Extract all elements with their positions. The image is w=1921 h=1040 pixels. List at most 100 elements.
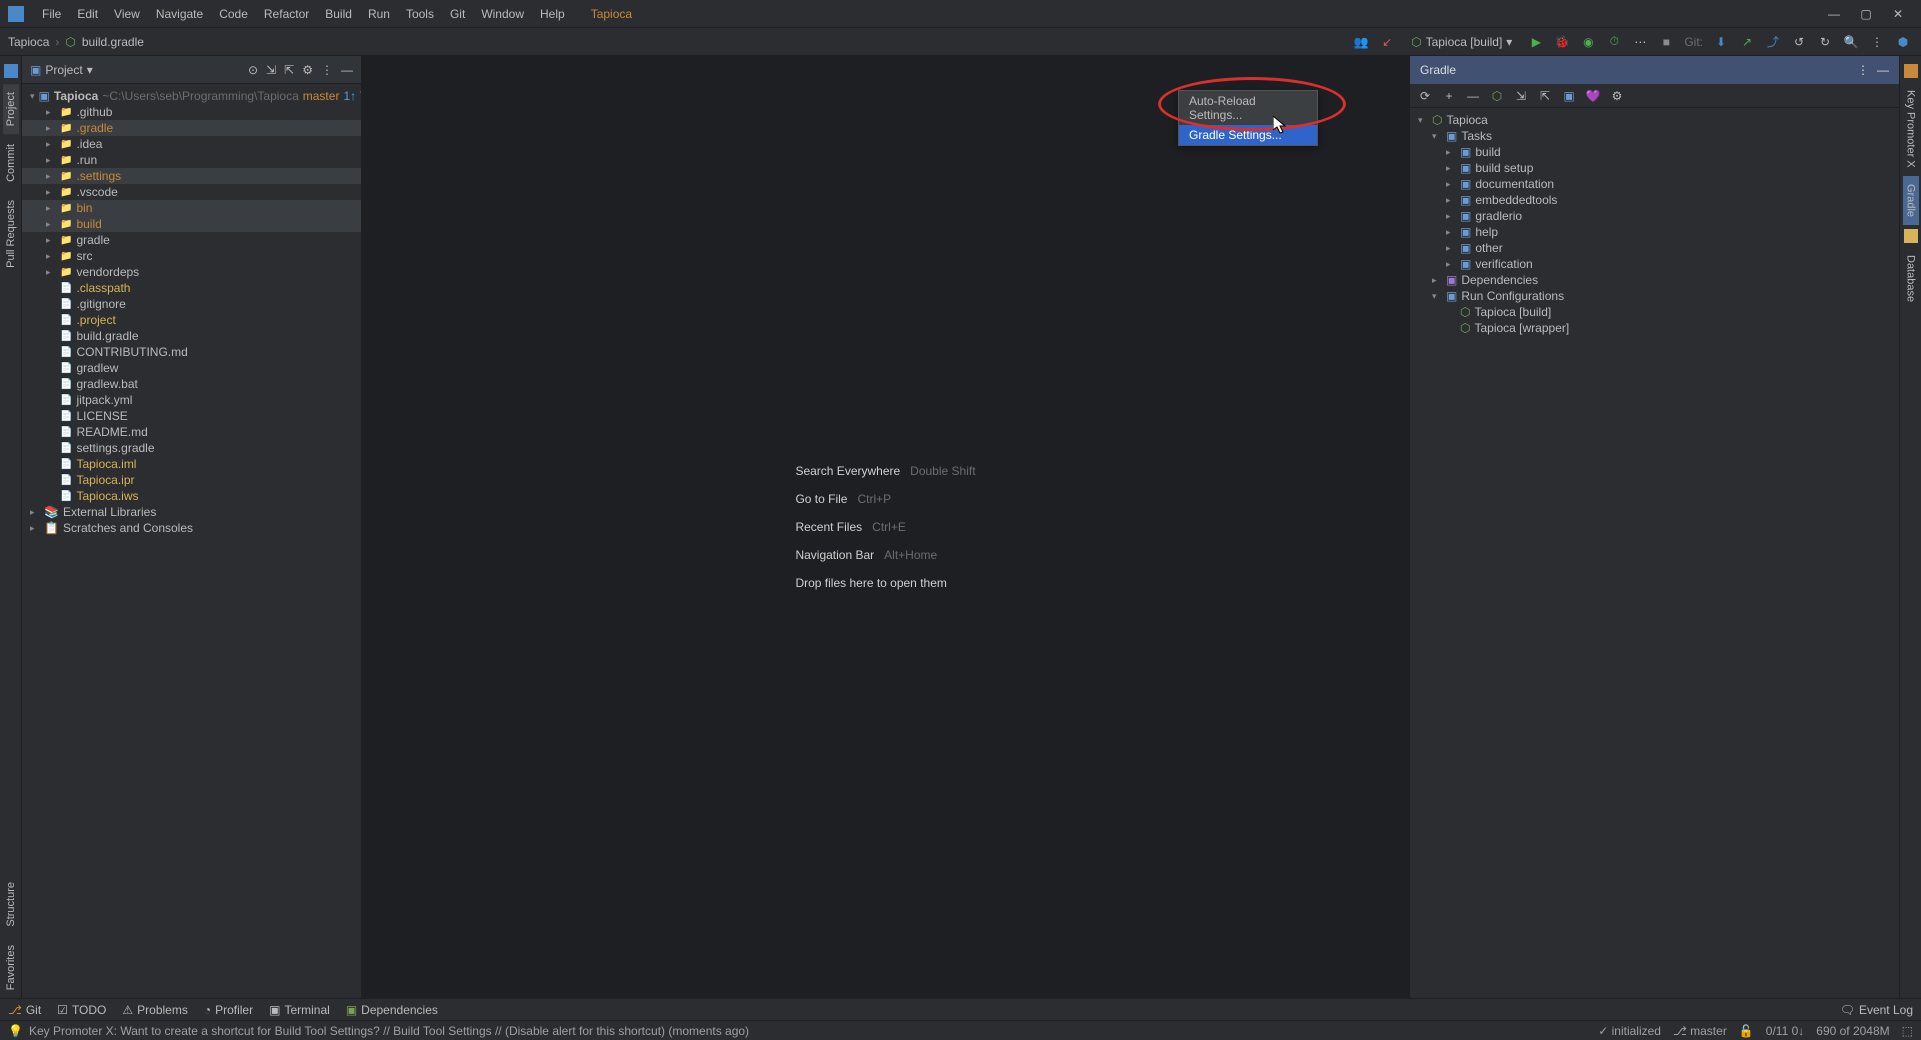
database-gutter-icon[interactable] — [1904, 229, 1918, 243]
gradle-panel-more-icon[interactable]: ⋮ — [1857, 63, 1869, 77]
tree-arrow-icon[interactable] — [1446, 147, 1456, 158]
select-opened-icon[interactable]: ⊙ — [248, 63, 258, 77]
tree-item[interactable]: 📄gradlew.bat — [22, 376, 361, 392]
tree-item[interactable]: 📁vendordeps — [22, 264, 361, 280]
tree-item[interactable]: 📄LICENSE — [22, 408, 361, 424]
gradle-task-group[interactable]: ▣verification — [1410, 256, 1899, 272]
tree-arrow-icon[interactable] — [46, 235, 56, 246]
tree-arrow-icon[interactable] — [30, 91, 35, 102]
gutter-favorites[interactable]: Favorites — [3, 937, 19, 998]
popup-auto-reload[interactable]: Auto-Reload Settings... — [1179, 91, 1317, 125]
strip-git[interactable]: ⎇Git — [8, 1003, 41, 1017]
back-arrow-icon[interactable]: ↙ — [1379, 34, 1395, 50]
run-icon[interactable]: ▶ — [1528, 34, 1544, 50]
panel-settings-icon[interactable]: ⚙ — [302, 63, 313, 77]
tree-arrow-icon[interactable] — [1446, 179, 1456, 190]
tree-arrow-icon[interactable] — [1446, 211, 1456, 222]
tree-item[interactable]: 📄settings.gradle — [22, 440, 361, 456]
menu-file[interactable]: File — [34, 3, 69, 25]
project-gutter-icon[interactable] — [4, 64, 18, 78]
tree-arrow-icon[interactable] — [1446, 227, 1456, 238]
tree-arrow-icon[interactable] — [1446, 195, 1456, 206]
tree-arrow-icon[interactable] — [1432, 291, 1442, 302]
tree-item[interactable]: 📁build — [22, 216, 361, 232]
minimize-icon[interactable]: — — [1827, 7, 1841, 21]
gradle-task-group[interactable]: ▣gradlerio — [1410, 208, 1899, 224]
status-branch[interactable]: ⎇ master — [1673, 1024, 1727, 1038]
gutter-key-promoter[interactable]: Key Promoter X — [1903, 82, 1919, 176]
rollback-icon[interactable]: ↻ — [1817, 34, 1833, 50]
tree-item[interactable]: 📄README.md — [22, 424, 361, 440]
run-config-selector[interactable]: ⬡ Tapioca [build] ▾ — [1405, 33, 1518, 51]
popup-gradle-settings[interactable]: Gradle Settings... — [1179, 125, 1317, 145]
tree-arrow-icon[interactable] — [1446, 243, 1456, 254]
gutter-database[interactable]: Database — [1903, 247, 1919, 310]
gradle-tasks[interactable]: ▣ Tasks — [1410, 128, 1899, 144]
tree-root[interactable]: ▣ Tapioca ~C:\Users\seb\Programming\Tapi… — [22, 88, 361, 104]
chevron-down-icon[interactable]: ▾ — [87, 63, 93, 77]
strip-terminal[interactable]: ▣Terminal — [269, 1003, 330, 1017]
update-project-icon[interactable]: ⬇ — [1713, 34, 1729, 50]
tree-arrow-icon[interactable] — [46, 139, 56, 150]
gradle-runconfig-item[interactable]: ⬡ Tapioca [wrapper] — [1410, 320, 1899, 336]
tree-arrow-icon[interactable] — [1432, 275, 1442, 286]
gradle-refresh-icon[interactable]: ⟳ — [1418, 89, 1432, 103]
gutter-commit[interactable]: Commit — [3, 136, 19, 190]
key-promoter-gutter-icon[interactable] — [1904, 64, 1918, 78]
menu-run[interactable]: Run — [360, 3, 398, 25]
tree-scratches[interactable]: 📋 Scratches and Consoles — [22, 520, 361, 536]
tree-arrow-icon[interactable] — [46, 171, 56, 182]
tree-arrow-icon[interactable] — [46, 107, 56, 118]
project-panel-title[interactable]: Project — [45, 63, 82, 77]
gutter-project[interactable]: Project — [3, 84, 19, 134]
status-inspections-icon[interactable]: ⬚ — [1902, 1024, 1913, 1038]
breadcrumb-root[interactable]: Tapioca — [8, 35, 49, 49]
status-padlock-icon[interactable]: 🔓 — [1739, 1024, 1754, 1038]
panel-hide-icon[interactable]: — — [341, 63, 353, 77]
tree-item[interactable]: 📄.gitignore — [22, 296, 361, 312]
tree-arrow-icon[interactable] — [46, 203, 56, 214]
menu-edit[interactable]: Edit — [69, 3, 106, 25]
tree-item[interactable]: 📁gradle — [22, 232, 361, 248]
menu-navigate[interactable]: Navigate — [148, 3, 211, 25]
gradle-run-configs[interactable]: ▣ Run Configurations — [1410, 288, 1899, 304]
maximize-icon[interactable]: ▢ — [1859, 7, 1873, 21]
history-icon[interactable]: ↺ — [1791, 34, 1807, 50]
tree-item[interactable]: 📁.run — [22, 152, 361, 168]
tree-arrow-icon[interactable] — [1432, 131, 1442, 142]
project-tree[interactable]: ▣ Tapioca ~C:\Users\seb\Programming\Tapi… — [22, 84, 361, 998]
tree-item[interactable]: 📁bin — [22, 200, 361, 216]
tree-item[interactable]: 📄.project — [22, 312, 361, 328]
gradle-task-group[interactable]: ▣other — [1410, 240, 1899, 256]
tree-item[interactable]: 📄gradlew — [22, 360, 361, 376]
search-icon[interactable]: 🔍 — [1843, 34, 1859, 50]
gradle-runconfig-item[interactable]: ⬡ Tapioca [build] — [1410, 304, 1899, 320]
gradle-expand-icon[interactable]: ⇲ — [1514, 89, 1528, 103]
push-icon[interactable]: ⤴ — [1765, 34, 1781, 50]
tree-item[interactable]: 📄CONTRIBUTING.md — [22, 344, 361, 360]
gradle-run-icon[interactable]: ⬡ — [1490, 89, 1504, 103]
close-icon[interactable]: ✕ — [1891, 7, 1905, 21]
tree-arrow-icon[interactable] — [46, 219, 56, 230]
tree-item[interactable]: 📄Tapioca.iml — [22, 456, 361, 472]
gradle-detach-icon[interactable]: — — [1466, 89, 1480, 103]
tree-external-libs[interactable]: 📚 External Libraries — [22, 504, 361, 520]
expand-all-icon[interactable]: ⇲ — [266, 63, 276, 77]
tree-item[interactable]: 📁src — [22, 248, 361, 264]
strip-todo[interactable]: ☑TODO — [57, 1003, 106, 1017]
gutter-pull-requests[interactable]: Pull Requests — [3, 192, 19, 276]
menu-build[interactable]: Build — [317, 3, 360, 25]
gradle-offline-icon[interactable]: 💜 — [1586, 89, 1600, 103]
tree-arrow-icon[interactable] — [46, 267, 56, 278]
tree-item[interactable]: 📁.gradle — [22, 120, 361, 136]
tree-arrow-icon[interactable] — [46, 187, 56, 198]
profile-icon[interactable]: ⏱ — [1606, 34, 1622, 50]
status-bulb-icon[interactable]: 💡 — [8, 1024, 23, 1038]
commit-icon[interactable]: ↗ — [1739, 34, 1755, 50]
tree-arrow-icon[interactable] — [30, 507, 40, 518]
gradle-tree[interactable]: ⬡ Tapioca ▣ Tasks ▣build▣build setup▣doc… — [1410, 108, 1899, 340]
tree-arrow-icon[interactable] — [1446, 163, 1456, 174]
gradle-root[interactable]: ⬡ Tapioca — [1410, 112, 1899, 128]
tree-arrow-icon[interactable] — [30, 523, 40, 534]
menu-refactor[interactable]: Refactor — [256, 3, 317, 25]
